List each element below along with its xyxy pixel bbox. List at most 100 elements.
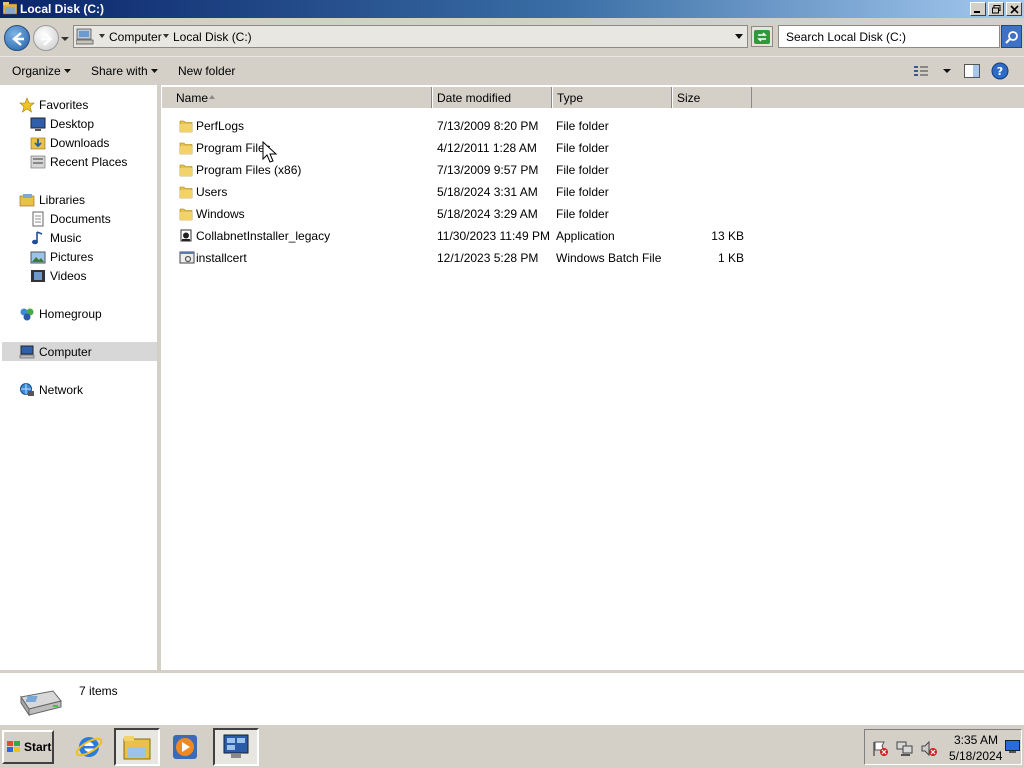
breadcrumb-local-disk[interactable]: Local Disk (C:) — [173, 30, 252, 44]
column-header-type-label: Type — [557, 91, 584, 105]
address-history-dropdown-icon[interactable] — [735, 34, 743, 40]
breadcrumb-separator-icon[interactable] — [163, 34, 169, 39]
show-desktop-icon[interactable] — [1005, 740, 1020, 753]
column-header-date-label: Date modified — [437, 91, 512, 105]
nav-network-label: Network — [39, 382, 84, 397]
file-row[interactable]: installcert 12/1/2023 5:28 PM Windows Ba… — [161, 247, 1024, 269]
file-row[interactable]: Windows 5/18/2024 3:29 AM File folder — [161, 203, 1024, 225]
clock-time[interactable]: 3:35 AM — [954, 733, 998, 747]
taskbar-server-manager[interactable] — [213, 728, 259, 766]
file-row[interactable]: CollabnetInstaller_legacy 11/30/2023 11:… — [161, 225, 1024, 247]
file-row[interactable]: Users 5/18/2024 3:31 AM File folder — [161, 181, 1024, 203]
nav-homegroup[interactable]: Homegroup — [19, 304, 102, 323]
file-type: File folder — [556, 207, 609, 221]
view-options-dropdown-icon[interactable] — [938, 62, 956, 80]
nav-recent-places-label: Recent Places — [50, 154, 128, 169]
file-type: Windows Batch File — [556, 251, 662, 265]
back-button[interactable] — [4, 25, 30, 51]
taskbar-internet-explorer[interactable] — [66, 728, 112, 766]
column-header-date[interactable]: Date modified — [432, 87, 552, 108]
nav-network[interactable]: Network — [19, 380, 83, 399]
nav-desktop[interactable]: Desktop — [30, 114, 94, 133]
start-button[interactable]: Start — [2, 730, 54, 764]
nav-recent-places[interactable]: Recent Places — [30, 152, 127, 171]
taskbar-media-player[interactable] — [162, 728, 208, 766]
nav-downloads[interactable]: Downloads — [30, 133, 109, 152]
nav-libraries[interactable]: Libraries — [19, 190, 85, 209]
nav-desktop-label: Desktop — [50, 116, 95, 131]
nav-music[interactable]: Music — [30, 228, 81, 247]
file-name: CollabnetInstaller_legacy — [196, 229, 331, 243]
internet-explorer-icon — [75, 737, 103, 757]
recent-pages-dropdown-icon[interactable] — [61, 35, 69, 43]
search-button[interactable] — [1001, 25, 1022, 48]
taskbar-windows-explorer[interactable] — [114, 728, 160, 766]
address-box[interactable]: Computer Local Disk (C:) — [73, 25, 748, 48]
column-header-name[interactable]: Name — [161, 87, 432, 108]
file-date: 12/1/2023 5:28 PM — [437, 251, 539, 265]
file-row[interactable]: Program Files 4/12/2011 1:28 AM File fol… — [161, 137, 1024, 159]
folder-icon — [179, 120, 193, 133]
column-header-size[interactable]: Size — [672, 87, 752, 108]
refresh-button[interactable] — [751, 26, 773, 47]
favorites-star-icon — [19, 96, 35, 113]
nav-libraries-label: Libraries — [39, 192, 86, 207]
file-name: Users — [196, 185, 228, 199]
minimize-button[interactable] — [970, 2, 986, 16]
nav-videos[interactable]: Videos — [30, 266, 86, 285]
preview-pane-icon[interactable] — [963, 62, 981, 80]
column-header-type[interactable]: Type — [552, 87, 672, 108]
restore-button[interactable] — [988, 2, 1004, 16]
pictures-icon — [30, 251, 46, 263]
file-date: 4/12/2011 1:28 AM — [437, 141, 537, 155]
notification-area: 3:35 AM 5/18/2024 — [864, 729, 1022, 765]
file-type: File folder — [556, 185, 609, 199]
file-row[interactable]: PerfLogs 7/13/2009 8:20 PM File folder — [161, 115, 1024, 137]
change-view-icon[interactable] — [912, 62, 930, 80]
file-name: PerfLogs — [196, 119, 245, 133]
share-with-button[interactable]: Share with — [91, 64, 148, 78]
organize-button[interactable]: Organize — [12, 64, 61, 78]
command-bar: Organize Share with New folder ? — [0, 56, 1024, 85]
homegroup-icon — [20, 308, 34, 320]
forward-button[interactable] — [33, 25, 59, 51]
breadcrumb-computer[interactable]: Computer — [109, 30, 162, 44]
forward-arrow-icon — [41, 32, 53, 46]
file-name: Windows — [196, 207, 245, 221]
nav-favorites[interactable]: Favorites — [19, 95, 88, 114]
nav-computer[interactable]: Computer — [2, 342, 157, 361]
file-date: 7/13/2009 9:57 PM — [437, 163, 539, 177]
media-player-icon — [173, 735, 197, 759]
file-date: 5/18/2024 3:31 AM — [437, 185, 538, 199]
clock-date[interactable]: 5/18/2024 — [949, 749, 1002, 763]
volume-muted-icon[interactable] — [920, 740, 938, 757]
network-icon — [20, 382, 34, 396]
nav-documents[interactable]: Documents — [30, 209, 111, 228]
nav-pictures[interactable]: Pictures — [30, 247, 93, 266]
file-date: 7/13/2009 8:20 PM — [437, 119, 539, 133]
action-center-flag-icon[interactable] — [872, 740, 890, 757]
new-folder-button[interactable]: New folder — [178, 64, 235, 78]
computer-location-icon — [76, 28, 94, 45]
nav-computer-label: Computer — [39, 344, 92, 359]
desktop-icon — [30, 117, 46, 131]
nav-favorites-label: Favorites — [39, 97, 89, 112]
item-count: 7 items — [79, 684, 118, 698]
restore-icon — [991, 4, 1000, 13]
start-label: Start — [24, 740, 52, 754]
organize-dropdown-icon — [64, 69, 71, 73]
network-status-icon[interactable] — [896, 740, 914, 757]
file-name: installcert — [196, 251, 247, 265]
refresh-icon — [754, 29, 770, 44]
file-row[interactable]: Program Files (x86) 7/13/2009 9:57 PM Fi… — [161, 159, 1024, 181]
title-bar[interactable]: Local Disk (C:) — [0, 0, 1024, 18]
server-manager-icon — [223, 734, 249, 758]
column-header-name-label: Name — [176, 91, 209, 105]
file-type: File folder — [556, 119, 609, 133]
help-icon[interactable]: ? — [991, 62, 1009, 80]
breadcrumb-separator-icon[interactable] — [99, 34, 105, 39]
close-button[interactable] — [1006, 2, 1022, 16]
file-type: Application — [556, 229, 615, 243]
batch-file-icon — [179, 251, 195, 264]
search-input[interactable]: Search Local Disk (C:) — [778, 25, 1000, 48]
